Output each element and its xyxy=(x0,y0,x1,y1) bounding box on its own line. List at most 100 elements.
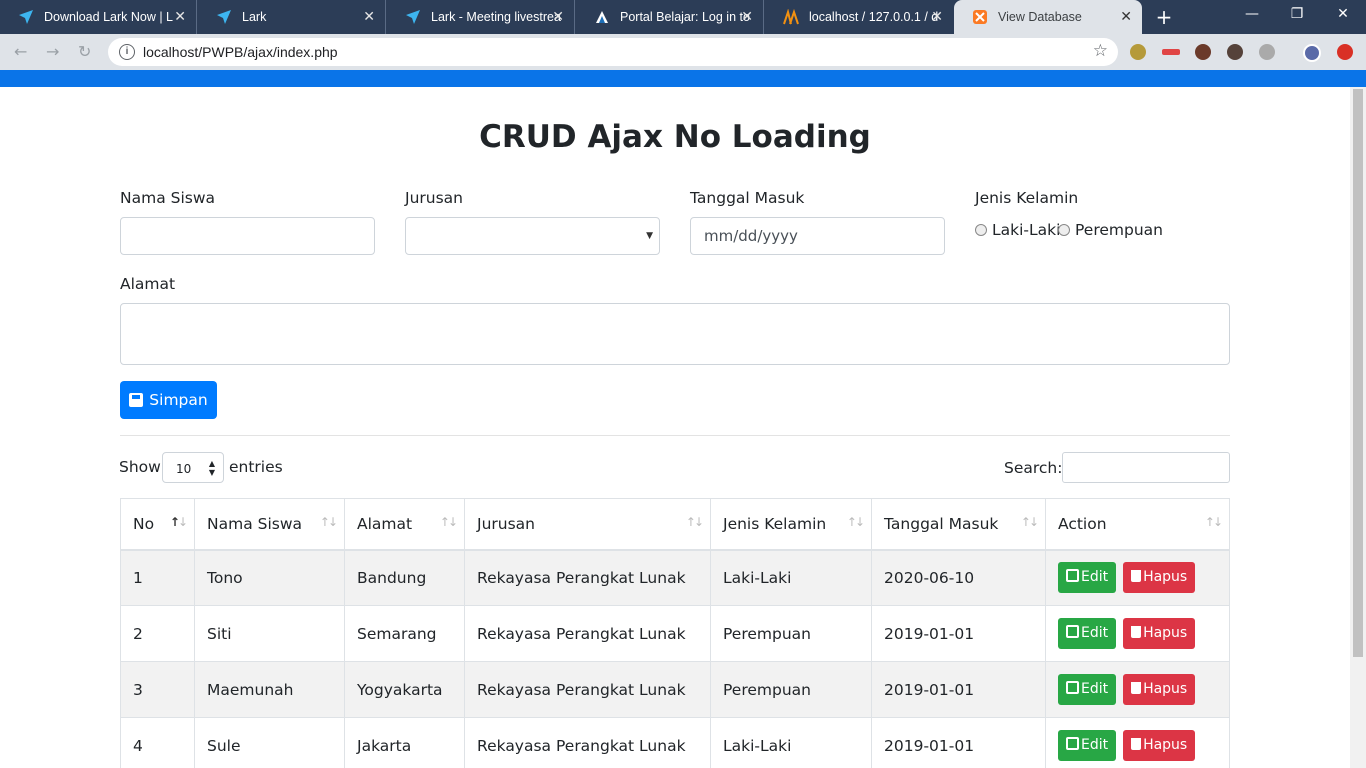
vertical-scrollbar[interactable] xyxy=(1350,87,1366,768)
simpan-button[interactable]: Simpan xyxy=(120,381,217,419)
search-input[interactable] xyxy=(1062,452,1230,483)
cell-alamat: Yogyakarta xyxy=(344,661,465,718)
update-icon[interactable] xyxy=(1337,44,1353,60)
cell-nama: Maemunah xyxy=(194,661,345,718)
extension-icon[interactable] xyxy=(1195,44,1211,60)
radio-circle[interactable] xyxy=(975,224,987,236)
close-tab-icon[interactable]: ✕ xyxy=(174,8,186,25)
new-tab-button[interactable]: + xyxy=(1152,5,1176,29)
table-row: 2 Siti Semarang Rekayasa Perangkat Lunak… xyxy=(120,605,1230,662)
table-row: 3 Maemunah Yogyakarta Rekayasa Perangkat… xyxy=(120,661,1230,718)
close-tab-icon[interactable]: ✕ xyxy=(931,8,943,25)
cell-alamat: Jakarta xyxy=(344,717,465,768)
minimize-icon[interactable]: — xyxy=(1237,6,1267,22)
header-label: No xyxy=(133,514,155,533)
extension-icon[interactable] xyxy=(1162,49,1180,55)
tanggal-masuk-input[interactable]: mm/dd/yyyy xyxy=(690,217,945,255)
siswa-table: No ↑↓ Nama Siswa ↑↓ Alamat ↑↓ Jurusan ↑↓ Jen… xyxy=(120,498,1230,768)
column-header-tanggal[interactable]: Tanggal Masuk ↑↓ xyxy=(871,498,1046,551)
header-label: Alamat xyxy=(357,514,413,533)
browser-tab-strip: Download Lark Now | L ✕ Lark ✕ Lark - Me… xyxy=(0,0,1366,34)
entries-label: entries xyxy=(229,458,283,476)
edit-button[interactable]: Edit xyxy=(1058,562,1117,594)
moodle-icon xyxy=(594,9,610,25)
cell-no: 3 xyxy=(120,661,195,718)
url-text: localhost/PWPB/ajax/index.php xyxy=(143,44,338,60)
column-header-no[interactable]: No ↑↓ xyxy=(120,498,195,551)
cell-jenis-kelamin: Laki-Laki xyxy=(710,717,872,768)
info-icon[interactable]: i xyxy=(119,44,135,60)
radio-laki-laki[interactable]: Laki-Laki xyxy=(975,221,1060,239)
chevron-down-icon: ▼ xyxy=(646,231,653,241)
edit-label: Edit xyxy=(1081,625,1109,641)
tab-portal-belajar[interactable]: Portal Belajar: Log in to ✕ xyxy=(576,0,764,34)
close-tab-icon[interactable]: ✕ xyxy=(741,8,753,25)
top-navbar xyxy=(0,70,1366,87)
edit-icon xyxy=(1066,737,1079,750)
bookmark-star-icon[interactable]: ☆ xyxy=(1093,41,1108,61)
radio-label: Laki-Laki xyxy=(992,221,1061,239)
edit-icon xyxy=(1066,681,1079,694)
profile-avatar[interactable] xyxy=(1303,44,1321,62)
hapus-button[interactable]: Hapus xyxy=(1123,562,1196,594)
tab-download-lark[interactable]: Download Lark Now | L ✕ xyxy=(0,0,197,34)
reload-icon[interactable]: ↻ xyxy=(78,42,91,61)
forward-icon[interactable]: → xyxy=(46,42,59,61)
cell-jenis-kelamin: Perempuan xyxy=(710,661,872,718)
extension-icon[interactable] xyxy=(1227,44,1243,60)
edit-button[interactable]: Edit xyxy=(1058,618,1117,649)
tab-phpmyadmin[interactable]: localhost / 127.0.0.1 / d ✕ xyxy=(765,0,953,34)
jenis-kelamin-label: Jenis Kelamin xyxy=(975,189,1079,207)
hapus-button[interactable]: Hapus xyxy=(1123,618,1196,649)
phpmyadmin-icon xyxy=(783,9,799,25)
cell-action: Edit Hapus xyxy=(1045,549,1230,606)
column-header-jurusan[interactable]: Jurusan ↑↓ xyxy=(464,498,711,551)
sort-icon: ↑↓ xyxy=(319,515,338,529)
tab-lark[interactable]: Lark ✕ xyxy=(198,0,386,34)
tanggal-masuk-label: Tanggal Masuk xyxy=(690,189,805,207)
extension-icon[interactable] xyxy=(1130,44,1146,60)
edit-button[interactable]: Edit xyxy=(1058,730,1117,761)
edit-label: Edit xyxy=(1081,569,1109,586)
close-tab-icon[interactable]: ✕ xyxy=(363,8,375,25)
restore-icon[interactable]: ❐ xyxy=(1282,6,1312,22)
back-icon[interactable]: ← xyxy=(14,42,27,61)
header-label: Jurusan xyxy=(477,514,535,533)
entries-length-select[interactable]: 10 ▲ ▼ xyxy=(162,452,224,483)
jurusan-select[interactable]: ▼ xyxy=(405,217,660,255)
column-header-alamat[interactable]: Alamat ↑↓ xyxy=(344,498,465,551)
radio-label: Perempuan xyxy=(1075,221,1163,239)
edit-button[interactable]: Edit xyxy=(1058,674,1117,705)
cell-jurusan: Rekayasa Perangkat Lunak xyxy=(464,661,711,718)
trash-icon xyxy=(1131,738,1142,750)
radio-circle[interactable] xyxy=(1058,224,1070,236)
close-tab-icon[interactable]: ✕ xyxy=(1120,8,1132,25)
tab-view-database[interactable]: View Database ✕ xyxy=(954,0,1142,34)
nama-siswa-label: Nama Siswa xyxy=(120,189,216,207)
nama-siswa-input[interactable] xyxy=(120,217,375,255)
radio-perempuan[interactable]: Perempuan xyxy=(1058,221,1163,239)
sort-icon: ↑↓ xyxy=(846,515,865,529)
sort-icon: ↑↓ xyxy=(685,515,704,529)
cell-jurusan: Rekayasa Perangkat Lunak xyxy=(464,605,711,662)
spinner-arrows-icon: ▲ ▼ xyxy=(208,459,215,477)
cell-no: 2 xyxy=(120,605,195,662)
extension-icon[interactable] xyxy=(1259,44,1275,60)
tab-lark-meeting[interactable]: Lark - Meeting livestrea ✕ xyxy=(387,0,575,34)
sort-icon: ↑↓ xyxy=(439,515,458,529)
trash-icon xyxy=(1131,570,1142,583)
close-window-icon[interactable]: ✕ xyxy=(1328,6,1358,22)
cell-jenis-kelamin: Laki-Laki xyxy=(710,549,872,606)
hapus-button[interactable]: Hapus xyxy=(1123,730,1196,761)
close-tab-icon[interactable]: ✕ xyxy=(552,8,564,25)
column-header-nama[interactable]: Nama Siswa ↑↓ xyxy=(194,498,345,551)
column-header-action[interactable]: Action ↑↓ xyxy=(1045,498,1230,551)
scrollbar-thumb[interactable] xyxy=(1353,89,1363,657)
address-bar[interactable]: i localhost/PWPB/ajax/index.php ☆ xyxy=(108,38,1118,66)
alamat-textarea[interactable] xyxy=(120,303,1230,365)
show-label: Show xyxy=(119,458,161,476)
hapus-button[interactable]: Hapus xyxy=(1123,674,1196,705)
tab-title: View Database xyxy=(998,10,1082,24)
column-header-jenis-kelamin[interactable]: Jenis Kelamin ↑↓ xyxy=(710,498,872,551)
cell-tanggal: 2020-06-10 xyxy=(871,549,1046,606)
